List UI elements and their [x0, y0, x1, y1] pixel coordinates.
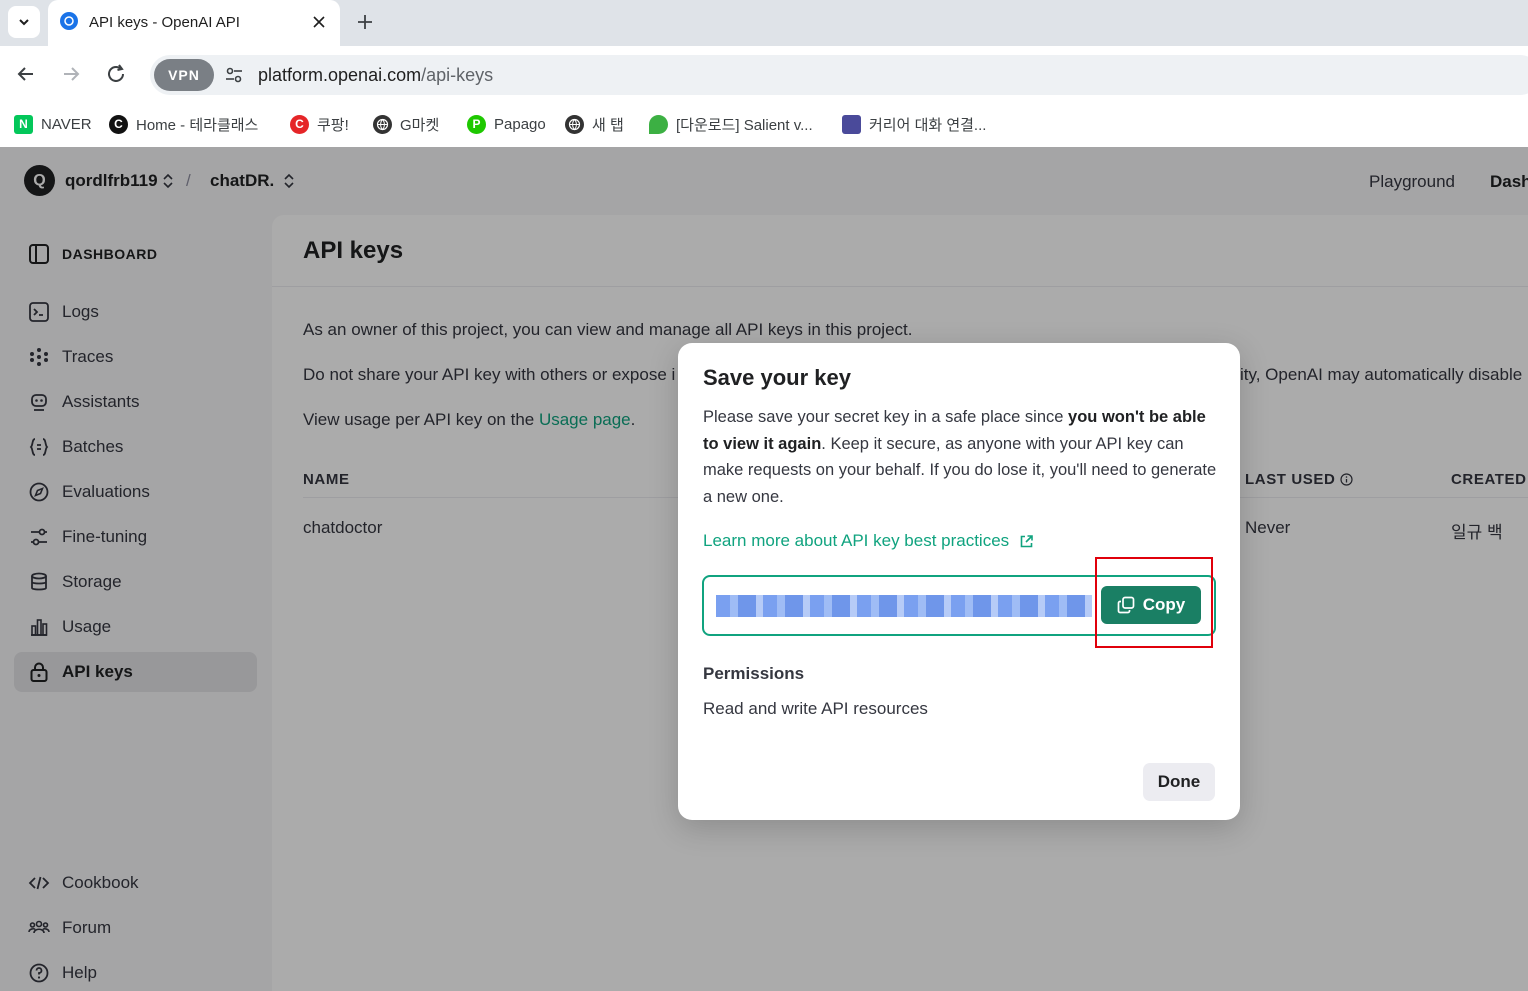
bookmark-career[interactable]: 커리어 대화 연결... [842, 112, 986, 136]
papago-icon: P [467, 114, 486, 134]
browser-toolbar: VPN platform.openai.com/api-keys [0, 46, 1528, 102]
bookmark-label: Papago [494, 115, 546, 133]
bookmark-label: [다운로드] Salient v... [676, 116, 813, 134]
bookmark-terraclass[interactable]: C Home - 테라클래스 [109, 112, 258, 136]
url-path: /api-keys [421, 65, 494, 85]
url-text[interactable]: platform.openai.com/api-keys [258, 65, 493, 86]
bookmark-label: NAVER [41, 115, 92, 133]
address-bar[interactable]: VPN platform.openai.com/api-keys [150, 55, 1528, 95]
openai-favicon-icon [60, 12, 78, 30]
permissions-heading: Permissions [703, 664, 805, 683]
browser-tab-active[interactable]: API keys - OpenAI API [48, 0, 340, 46]
bookmark-label: 새 탭 [592, 116, 624, 134]
secret-key-value-redacted[interactable] [716, 595, 1092, 617]
learn-more-label: Learn more about API key best practices [703, 531, 1010, 550]
dialog-body: Please save your secret key in a safe pl… [703, 404, 1218, 510]
bookmark-coupang[interactable]: C 쿠팡! [290, 112, 349, 136]
reload-icon [108, 64, 124, 82]
bookmark-label: G마켓 [400, 116, 440, 134]
plus-icon [358, 15, 372, 29]
bookmark-label: 커리어 대화 연결... [869, 116, 987, 134]
bookmark-gmarket[interactable]: G마켓 [373, 112, 439, 136]
tab-search-button[interactable] [8, 6, 40, 38]
reload-button[interactable] [102, 60, 130, 88]
done-button[interactable]: Done [1143, 763, 1215, 801]
browser-tabstrip: API keys - OpenAI API [0, 0, 1528, 46]
permissions-value: Read and write API resources [703, 699, 928, 718]
bookmark-naver[interactable]: N NAVER [14, 112, 92, 136]
bookmark-label: 쿠팡! [317, 116, 349, 134]
cup-icon [842, 114, 861, 134]
arrow-right-icon [64, 67, 80, 81]
tab-title: API keys - OpenAI API [89, 14, 240, 31]
site-info-icon[interactable] [222, 63, 246, 87]
new-tab-button[interactable] [352, 9, 378, 35]
annotation-highlight-box [1095, 557, 1213, 648]
dialog-body-text: Please save your secret key in a safe pl… [703, 408, 1069, 426]
dialog-title: Save your key [703, 365, 851, 390]
bookmark-salient[interactable]: [다운로드] Salient v... [649, 112, 813, 136]
bookmark-new-tab[interactable]: 새 탭 [565, 112, 624, 136]
external-link-icon [1020, 534, 1033, 547]
learn-more-link[interactable]: Learn more about API key best practices [703, 531, 1034, 551]
back-button[interactable] [12, 60, 40, 88]
bookmark-label: Home - 테라클래스 [136, 116, 259, 134]
forward-button[interactable] [57, 60, 85, 88]
vpn-button[interactable]: VPN [154, 59, 214, 91]
leaf-icon [649, 114, 668, 134]
coupang-icon: C [290, 114, 309, 134]
bookmark-papago[interactable]: P Papago [467, 112, 546, 136]
globe-icon [373, 114, 392, 134]
arrow-left-icon [17, 67, 33, 81]
terraclass-icon: C [109, 114, 128, 134]
bookmarks-bar: N NAVER C Home - 테라클래스 C 쿠팡! G마켓 P Papag… [0, 102, 1528, 147]
naver-icon: N [14, 114, 33, 134]
close-tab-icon[interactable] [308, 11, 330, 33]
chevron-down-icon [19, 19, 29, 26]
url-host: platform.openai.com [258, 65, 422, 85]
globe-icon [565, 114, 584, 134]
